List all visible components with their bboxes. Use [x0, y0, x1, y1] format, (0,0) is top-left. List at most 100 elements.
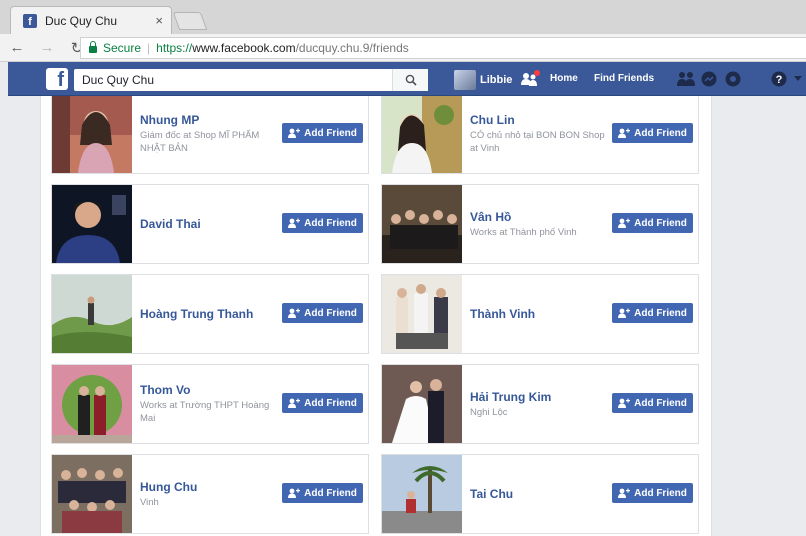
tab-title: Duc Quy Chu	[45, 13, 118, 28]
facebook-logo-icon[interactable]: f	[46, 68, 68, 90]
friend-photo[interactable]	[382, 365, 462, 443]
friends-grid: Nhung MP Giám đốc at Shop MĨ PHẨM NHẬT B…	[40, 96, 712, 536]
friend-photo[interactable]	[382, 275, 462, 353]
add-friend-button[interactable]: Add Friend	[612, 123, 693, 143]
add-friend-label: Add Friend	[304, 397, 357, 409]
friend-subtitle: Vinh	[140, 497, 159, 508]
url-host: www.facebook.com	[192, 41, 296, 55]
friend-photo[interactable]	[52, 455, 132, 533]
add-friend-button[interactable]: Add Friend	[282, 213, 363, 233]
friend-name[interactable]: Hải Trung Kim	[470, 390, 608, 405]
address-bar-row: ← → ↻ Secure | https://www.facebook.com /…	[0, 34, 806, 62]
tab-close-icon[interactable]: ×	[155, 13, 163, 28]
friend-card: Nhung MP Giám đốc at Shop MĨ PHẨM NHẬT B…	[51, 96, 369, 174]
add-friend-icon	[288, 128, 301, 138]
add-friend-icon	[618, 308, 631, 318]
friend-info: Hung Chu Vinh	[140, 480, 278, 509]
friend-info: Thom Vo Works at Trường THPT Hoàng Mai	[140, 383, 278, 425]
add-friend-icon	[618, 398, 631, 408]
profile-link[interactable]: Libbie	[454, 70, 512, 90]
search-box	[74, 69, 428, 91]
friend-photo[interactable]	[52, 275, 132, 353]
friend-name[interactable]: David Thai	[140, 217, 278, 232]
url-scheme: https://	[156, 41, 193, 55]
friend-info: Tai Chu	[470, 487, 608, 502]
add-friend-button[interactable]: Add Friend	[282, 123, 363, 143]
home-link[interactable]: Home	[550, 73, 578, 84]
friend-card: David Thai Add Friend	[51, 184, 369, 264]
add-friend-button[interactable]: Add Friend	[282, 303, 363, 323]
add-friend-icon	[288, 218, 301, 228]
add-friend-label: Add Friend	[634, 487, 687, 499]
globe-notifications-icon[interactable]	[724, 70, 742, 88]
friend-photo[interactable]	[382, 96, 462, 173]
svg-text:?: ?	[776, 74, 783, 86]
friend-subtitle: Works at Thành phố Vinh	[470, 227, 577, 238]
friend-name[interactable]: Thom Vo	[140, 383, 278, 398]
avatar	[454, 70, 476, 90]
add-friend-icon	[288, 488, 301, 498]
add-friend-label: Add Friend	[304, 307, 357, 319]
add-friend-icon	[288, 398, 301, 408]
friend-name[interactable]: Vân Hồ	[470, 210, 608, 225]
add-friend-button[interactable]: Add Friend	[282, 393, 363, 413]
friend-photo[interactable]	[52, 96, 132, 173]
browser-tab-strip: f Duc Quy Chu ×	[0, 0, 806, 34]
friend-subtitle: CÓ chủ nhỏ tại BON BON Shop at Vinh	[470, 130, 605, 154]
messenger-icon[interactable]	[700, 70, 718, 88]
add-friend-label: Add Friend	[304, 487, 357, 499]
friend-requests-icon[interactable]	[520, 70, 540, 88]
add-friend-icon	[288, 308, 301, 318]
add-friend-label: Add Friend	[634, 127, 687, 139]
add-friend-button[interactable]: Add Friend	[612, 393, 693, 413]
secure-label: Secure	[103, 41, 142, 55]
friends-icon[interactable]	[676, 70, 696, 88]
add-friend-button[interactable]: Add Friend	[612, 303, 693, 323]
add-friend-button[interactable]: Add Friend	[612, 483, 693, 503]
friend-subtitle: Works at Trường THPT Hoàng Mai	[140, 400, 270, 424]
url-bar[interactable]: Secure | https://www.facebook.com/ducquy…	[80, 37, 806, 59]
add-friend-label: Add Friend	[304, 217, 357, 229]
add-friend-icon	[618, 128, 631, 138]
add-friend-icon	[618, 218, 631, 228]
friend-card: Chu Lin CÓ chủ nhỏ tại BON BON Shop at V…	[381, 96, 699, 174]
add-friend-label: Add Friend	[634, 307, 687, 319]
account-menu-caret-icon[interactable]	[794, 76, 802, 82]
friend-info: Vân Hồ Works at Thành phố Vinh	[470, 210, 608, 239]
friend-photo[interactable]	[382, 185, 462, 263]
url-path: /ducquy.chu.9/friends	[295, 41, 409, 55]
back-arrow-icon[interactable]: ←	[6, 39, 28, 56]
friend-name[interactable]: Thành Vinh	[470, 307, 608, 322]
add-friend-button[interactable]: Add Friend	[282, 483, 363, 503]
friend-card: Hoàng Trung Thanh Add Friend	[51, 274, 369, 354]
friend-name[interactable]: Nhung MP	[140, 113, 278, 128]
url-separator: |	[147, 41, 151, 55]
friend-info: Thành Vinh	[470, 307, 608, 322]
friend-name[interactable]: Hoàng Trung Thanh	[140, 307, 278, 322]
add-friend-label: Add Friend	[634, 217, 687, 229]
help-icon[interactable]: ?	[770, 70, 788, 88]
friend-photo[interactable]	[52, 185, 132, 263]
friend-card: Thom Vo Works at Trường THPT Hoàng Mai A…	[51, 364, 369, 444]
profile-name: Libbie	[480, 74, 513, 86]
friend-name[interactable]: Hung Chu	[140, 480, 278, 495]
friend-info: David Thai	[140, 217, 278, 232]
add-friend-label: Add Friend	[304, 127, 357, 139]
forward-arrow-icon[interactable]: →	[36, 39, 58, 56]
friend-card: Hung Chu Vinh Add Friend	[51, 454, 369, 534]
friend-card: Vân Hồ Works at Thành phố Vinh Add Frien…	[381, 184, 699, 264]
add-friend-button[interactable]: Add Friend	[612, 213, 693, 233]
friend-photo[interactable]	[52, 365, 132, 443]
search-icon	[405, 74, 417, 86]
find-friends-link[interactable]: Find Friends	[594, 73, 654, 84]
friend-name[interactable]: Tai Chu	[470, 487, 608, 502]
new-tab-button[interactable]	[172, 12, 208, 30]
lock-icon	[89, 41, 97, 53]
search-button[interactable]	[392, 69, 428, 91]
friend-card: Tai Chu Add Friend	[381, 454, 699, 534]
search-input[interactable]	[74, 70, 392, 90]
friend-info: Hoàng Trung Thanh	[140, 307, 278, 322]
friend-name[interactable]: Chu Lin	[470, 113, 608, 128]
browser-tab[interactable]: f Duc Quy Chu ×	[10, 6, 172, 34]
friend-photo[interactable]	[382, 455, 462, 533]
